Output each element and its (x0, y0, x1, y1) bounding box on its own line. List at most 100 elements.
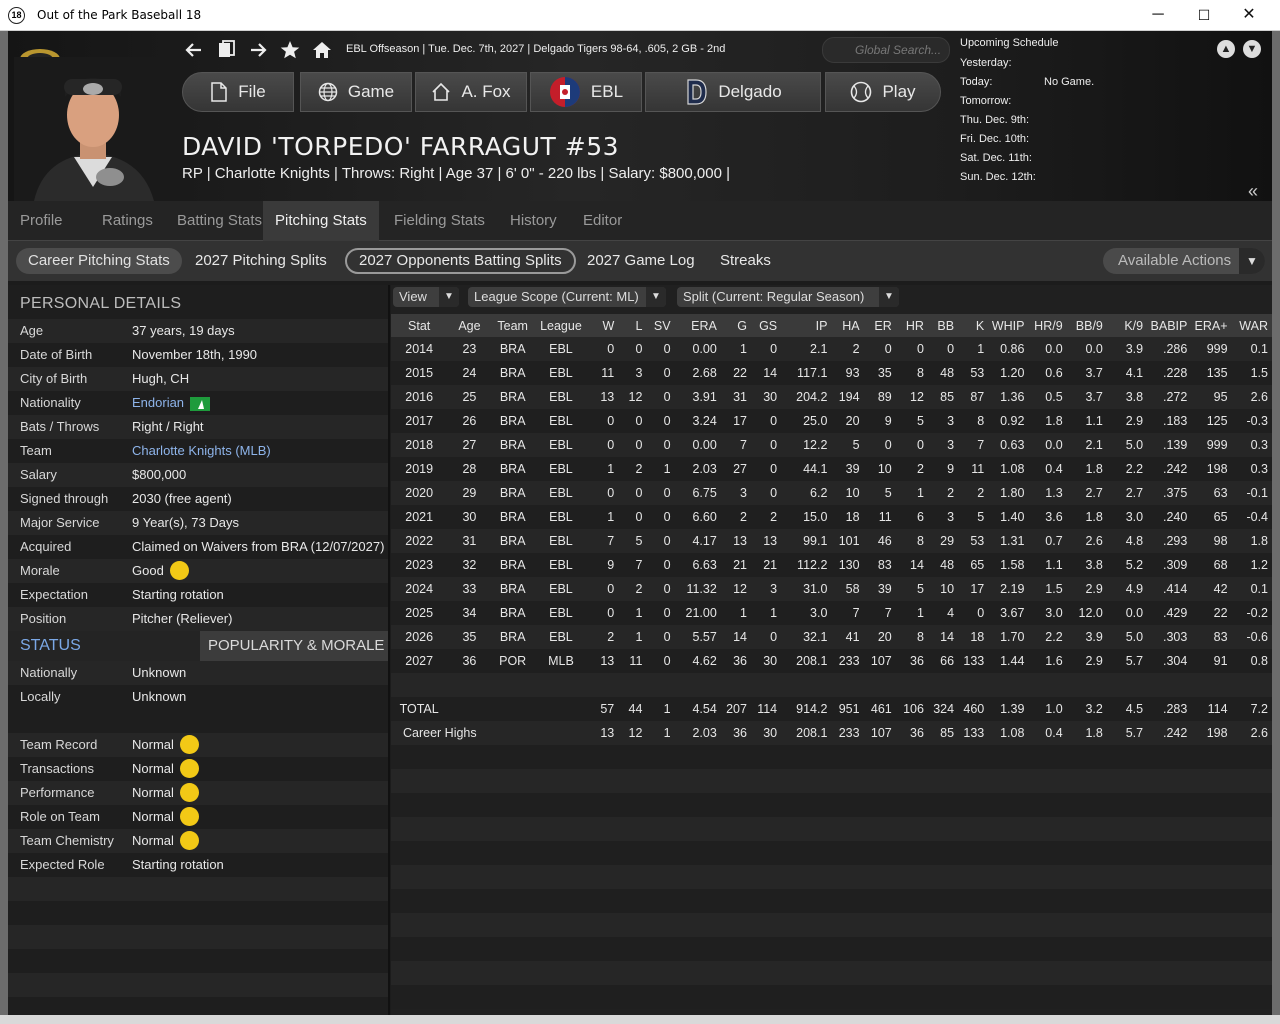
table-cell: .183 (1147, 409, 1192, 433)
forward-arrow-icon[interactable] (247, 39, 269, 61)
table-cell: 0.8 (1231, 649, 1272, 673)
detail-row-bats-throws: Bats / Throws Right / Right (8, 415, 388, 439)
table-cell (391, 745, 1272, 769)
column-header-gs[interactable]: GS (750, 314, 782, 337)
tab-pitching-stats[interactable]: Pitching Stats (263, 201, 379, 241)
detail-label: Nationality (20, 395, 81, 410)
table-cell: 2.6 (1231, 385, 1272, 409)
player-name: DAVID 'TORPEDO' FARRAGUT #53 (182, 132, 620, 161)
column-header-team[interactable]: Team (491, 314, 534, 337)
file-menu-button[interactable]: File (182, 72, 294, 112)
detail-value[interactable]: Charlotte Knights (MLB) (132, 439, 271, 463)
column-header-babip[interactable]: BABIP (1147, 314, 1192, 337)
subtab-game-log[interactable]: 2027 Game Log (575, 248, 707, 274)
maximize-button[interactable]: ☐ (1181, 0, 1227, 31)
subtab-career-pitching-stats[interactable]: Career Pitching Stats (16, 248, 182, 274)
column-header-bb[interactable]: BB (927, 314, 959, 337)
column-header-sv[interactable]: SV (646, 314, 675, 337)
table-cell: 14 (927, 625, 959, 649)
column-header-er[interactable]: ER (863, 314, 896, 337)
column-header-war[interactable]: WAR (1231, 314, 1272, 337)
table-cell: 1.40 (988, 505, 1029, 529)
back-arrow-icon[interactable] (183, 39, 205, 61)
detail-value: 2030 (free agent) (132, 487, 232, 511)
close-button[interactable]: ✕ (1226, 0, 1272, 31)
tab-batting-stats[interactable]: Batting Stats (165, 201, 274, 241)
tab-ratings[interactable]: Ratings (90, 201, 165, 241)
column-header-w[interactable]: W (588, 314, 619, 337)
global-search-input[interactable]: Global Search... (822, 37, 950, 63)
split-dropdown[interactable]: Split (Current: Regular Season) ▼ (677, 287, 899, 307)
star-icon[interactable] (279, 39, 301, 61)
table-cell: 33 (447, 577, 492, 601)
table-cell: 6 (895, 505, 928, 529)
tab-fielding-stats[interactable]: Fielding Stats (382, 201, 497, 241)
subtab-streaks[interactable]: Streaks (708, 248, 783, 274)
table-cell: 53 (958, 529, 989, 553)
column-header-g[interactable]: G (720, 314, 751, 337)
copy-icon[interactable] (215, 39, 237, 61)
morale-value: Normal (132, 781, 199, 805)
schedule-down-icon[interactable]: ▼ (1243, 40, 1261, 58)
table-cell: -0.2 (1231, 601, 1272, 625)
column-header-age[interactable]: Age (447, 314, 492, 337)
table-cell: 2.7 (1066, 481, 1107, 505)
manager-menu-button[interactable]: A. Fox (415, 72, 527, 112)
header: EBL Offseason | Tue. Dec. 7th, 2027 | De… (8, 31, 1272, 201)
column-header-ha[interactable]: HA (831, 314, 864, 337)
table-cell: 2.9 (1066, 649, 1107, 673)
play-button[interactable]: Play (825, 72, 941, 112)
tab-editor[interactable]: Editor (571, 201, 634, 241)
tab-history[interactable]: History (498, 201, 569, 241)
tab-popularity-morale[interactable]: POPULARITY & MORALE (200, 631, 388, 661)
window-title: Out of the Park Baseball 18 (37, 8, 202, 22)
column-header-era[interactable]: ERA (674, 314, 721, 337)
detail-value[interactable]: Endorian (132, 391, 211, 415)
subtab-pitching-splits[interactable]: 2027 Pitching Splits (183, 248, 339, 274)
table-cell: 36 (895, 721, 928, 745)
table-cell: 17 (958, 577, 989, 601)
column-header-bb-9[interactable]: BB/9 (1066, 314, 1107, 337)
column-header-era[interactable]: ERA+ (1191, 314, 1232, 337)
column-header-l[interactable]: L (618, 314, 647, 337)
table-cell: 48 (927, 361, 959, 385)
column-header-league[interactable]: League (533, 314, 589, 337)
minimize-button[interactable]: ─ (1135, 0, 1181, 31)
table-cell: 1.80 (988, 481, 1029, 505)
table-cell: 0 (646, 409, 675, 433)
neutral-face-icon (179, 759, 199, 779)
table-cell: 1 (646, 697, 675, 721)
tab-status[interactable]: STATUS (8, 631, 200, 661)
schedule-up-icon[interactable]: ▲ (1217, 40, 1235, 58)
column-header-ip[interactable]: IP (781, 314, 832, 337)
league-scope-dropdown[interactable]: League Scope (Current: ML) ▼ (468, 287, 666, 307)
table-cell: 0.0 (1106, 601, 1148, 625)
column-header-k[interactable]: K (958, 314, 989, 337)
home-icon[interactable] (311, 39, 333, 61)
table-cell: 951 (831, 697, 864, 721)
tab-profile[interactable]: Profile (8, 201, 75, 241)
table-cell: 1.08 (988, 457, 1029, 481)
league-menu-button[interactable]: EBL (530, 72, 642, 112)
available-actions-dropdown[interactable]: Available Actions ▼ (1103, 248, 1265, 274)
table-cell: 2015 (391, 361, 448, 385)
main-tabs: Profile Ratings Batting Stats Pitching S… (8, 201, 1272, 241)
column-header-whip[interactable]: WHIP (988, 314, 1029, 337)
column-header-hr-9[interactable]: HR/9 (1028, 314, 1067, 337)
column-header-stat[interactable]: Stat (391, 314, 448, 337)
collapse-panel-icon[interactable]: « (1248, 181, 1258, 202)
table-cell: MLB (533, 649, 589, 673)
table-cell: 24 (447, 361, 492, 385)
game-menu-button[interactable]: Game (300, 72, 412, 112)
table-cell: 1 (618, 625, 647, 649)
column-header-k-9[interactable]: K/9 (1106, 314, 1148, 337)
column-header-hr[interactable]: HR (895, 314, 928, 337)
table-cell: 9 (863, 409, 896, 433)
subtab-opponents-batting-splits[interactable]: 2027 Opponents Batting Splits (345, 248, 576, 274)
table-cell: 21 (750, 553, 782, 577)
table-cell: 1.8 (1066, 457, 1107, 481)
table-cell: 2 (895, 457, 928, 481)
view-dropdown[interactable]: View ▼ (393, 287, 459, 307)
table-cell: 1.1 (1066, 409, 1107, 433)
team-menu-button[interactable]: Delgado (645, 72, 821, 112)
